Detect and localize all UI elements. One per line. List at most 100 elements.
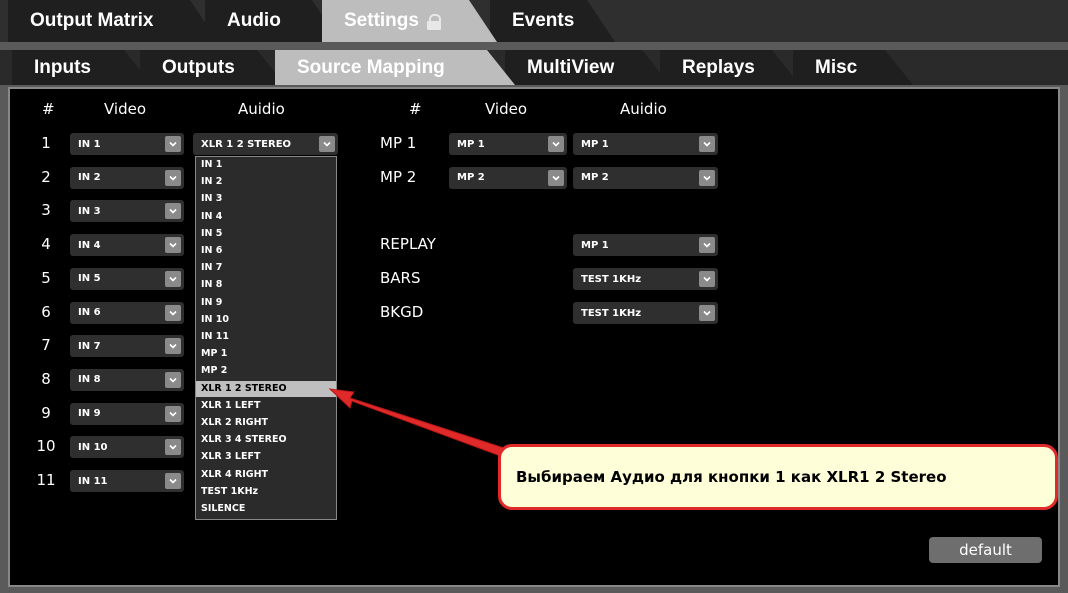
- video-select-1[interactable]: IN 1: [70, 133, 184, 155]
- mp-video-select-1[interactable]: MP 1: [449, 133, 567, 155]
- select-value: MP 1: [581, 239, 609, 251]
- chevron-down-icon[interactable]: [165, 237, 181, 254]
- chevron-down-icon[interactable]: [165, 304, 181, 321]
- chevron-down-icon[interactable]: [699, 305, 715, 321]
- dropdown-option[interactable]: XLR 4 RIGHT: [196, 467, 336, 483]
- chevron-down-icon[interactable]: [165, 169, 181, 186]
- header-audio2: Auidio: [620, 100, 667, 118]
- video-select-10[interactable]: IN 10: [70, 436, 184, 459]
- tab-label: Outputs: [162, 56, 235, 78]
- video-select-7[interactable]: IN 7: [70, 335, 184, 358]
- dropdown-option[interactable]: IN 7: [196, 260, 336, 276]
- chevron-down-icon[interactable]: [319, 136, 335, 152]
- chevron-down-icon[interactable]: [548, 136, 564, 152]
- tab-events[interactable]: Events: [490, 0, 615, 42]
- select-value: IN 6: [78, 307, 101, 318]
- extra-audio-select-3[interactable]: TEST 1KHz: [573, 302, 718, 324]
- tab-outputs[interactable]: Outputs: [140, 50, 285, 85]
- tab-replays[interactable]: Replays: [660, 50, 800, 85]
- chevron-down-icon[interactable]: [699, 169, 715, 186]
- header-video2: Video: [485, 100, 528, 118]
- tab-multiview[interactable]: MultiView: [505, 50, 670, 85]
- dropdown-option[interactable]: SILENCE: [196, 501, 336, 517]
- video-select-3[interactable]: IN 3: [70, 200, 184, 223]
- dropdown-option[interactable]: XLR 1 2 STEREO: [196, 380, 336, 397]
- mp-audio-select-2[interactable]: MP 2: [573, 166, 718, 189]
- chevron-down-icon[interactable]: [699, 237, 715, 253]
- video-select-9[interactable]: IN 9: [70, 402, 184, 425]
- dropdown-option[interactable]: MP 2: [196, 363, 336, 379]
- audio-dropdown-list[interactable]: IN 1 IN 2 IN 3 IN 4 IN 5 IN 6 IN 7 IN 8 IN 9 IN 1…: [195, 156, 337, 520]
- main-tab-bar: Output Matrix Audio Settings Events: [0, 0, 1068, 42]
- tab-output-matrix[interactable]: Output Matrix: [8, 0, 218, 42]
- select-value: TEST 1KHz: [581, 307, 642, 319]
- select-value: IN 7: [78, 340, 101, 352]
- header-num: #: [42, 100, 55, 118]
- chevron-down-icon[interactable]: [165, 473, 181, 489]
- chevron-down-icon[interactable]: [699, 136, 715, 152]
- video-select-5[interactable]: IN 5: [70, 267, 184, 290]
- row-number: 10: [36, 437, 56, 456]
- audio-select-1[interactable]: XLR 1 2 STEREO: [193, 133, 338, 155]
- chevron-down-icon[interactable]: [165, 203, 181, 220]
- dropdown-option[interactable]: IN 3: [196, 191, 336, 207]
- select-value: MP 1: [457, 138, 485, 150]
- row-number: 3: [41, 201, 51, 220]
- tab-inputs[interactable]: Inputs: [12, 50, 152, 85]
- tab-label: Output Matrix: [30, 10, 154, 31]
- chevron-down-icon[interactable]: [165, 338, 181, 355]
- row-number: 4: [41, 235, 51, 254]
- dropdown-option[interactable]: XLR 1 LEFT: [196, 398, 336, 414]
- tab-label: Events: [512, 10, 575, 31]
- extra-label: REPLAY: [380, 235, 436, 253]
- video-select-2[interactable]: IN 2: [70, 166, 184, 189]
- tab-misc[interactable]: Misc: [793, 50, 913, 85]
- select-value: IN 3: [78, 205, 101, 217]
- mp-audio-select-1[interactable]: MP 1: [573, 133, 718, 155]
- chevron-down-icon[interactable]: [165, 371, 181, 388]
- extra-audio-select-1[interactable]: MP 1: [573, 234, 718, 256]
- chevron-down-icon[interactable]: [165, 136, 181, 152]
- dropdown-option[interactable]: XLR 3 4 STEREO: [196, 432, 336, 448]
- dropdown-option[interactable]: IN 6: [196, 243, 336, 259]
- chevron-down-icon[interactable]: [165, 439, 181, 456]
- dropdown-option[interactable]: IN 1: [196, 157, 336, 173]
- dropdown-option[interactable]: XLR 3 LEFT: [196, 449, 336, 465]
- chevron-down-icon[interactable]: [165, 405, 181, 422]
- tab-audio[interactable]: Audio: [205, 0, 340, 42]
- tab-settings[interactable]: Settings: [322, 0, 497, 42]
- extra-audio-select-2[interactable]: TEST 1KHz: [573, 268, 718, 290]
- video-select-6[interactable]: IN 6: [70, 301, 184, 324]
- row-number: 8: [41, 369, 51, 388]
- dropdown-option[interactable]: IN 5: [196, 226, 336, 242]
- select-value: MP 2: [457, 172, 485, 184]
- dropdown-option[interactable]: IN 8: [196, 277, 336, 293]
- select-value: IN 5: [78, 273, 101, 285]
- default-button[interactable]: default: [929, 537, 1042, 563]
- video-select-4[interactable]: IN 4: [70, 234, 184, 257]
- dropdown-option[interactable]: MP 1: [196, 346, 336, 362]
- dropdown-option[interactable]: IN 9: [196, 295, 336, 311]
- dropdown-option[interactable]: IN 11: [196, 329, 336, 345]
- row-number: 9: [41, 403, 51, 422]
- header-audio: Auidio: [238, 100, 285, 118]
- row-number: 6: [41, 302, 51, 321]
- chevron-down-icon[interactable]: [699, 271, 715, 287]
- dropdown-option[interactable]: IN 2: [196, 174, 336, 190]
- tab-label: Settings: [344, 10, 419, 31]
- row-number: 5: [41, 268, 51, 287]
- mp-video-select-2[interactable]: MP 2: [449, 166, 567, 189]
- dropdown-option[interactable]: XLR 2 RIGHT: [196, 415, 336, 431]
- row-number: 2: [41, 167, 51, 186]
- chevron-down-icon[interactable]: [165, 270, 181, 287]
- tab-source-mapping[interactable]: Source Mapping: [275, 50, 515, 85]
- mp-label: MP 2: [380, 167, 417, 186]
- video-select-8[interactable]: IN 8: [70, 368, 184, 391]
- lock-icon: [427, 14, 441, 29]
- dropdown-option[interactable]: TEST 1KHz: [196, 484, 336, 500]
- select-value: IN 8: [78, 374, 101, 386]
- dropdown-option[interactable]: IN 10: [196, 312, 336, 328]
- chevron-down-icon[interactable]: [548, 169, 564, 186]
- dropdown-option[interactable]: IN 4: [196, 209, 336, 225]
- video-select-11[interactable]: IN 11: [70, 470, 184, 492]
